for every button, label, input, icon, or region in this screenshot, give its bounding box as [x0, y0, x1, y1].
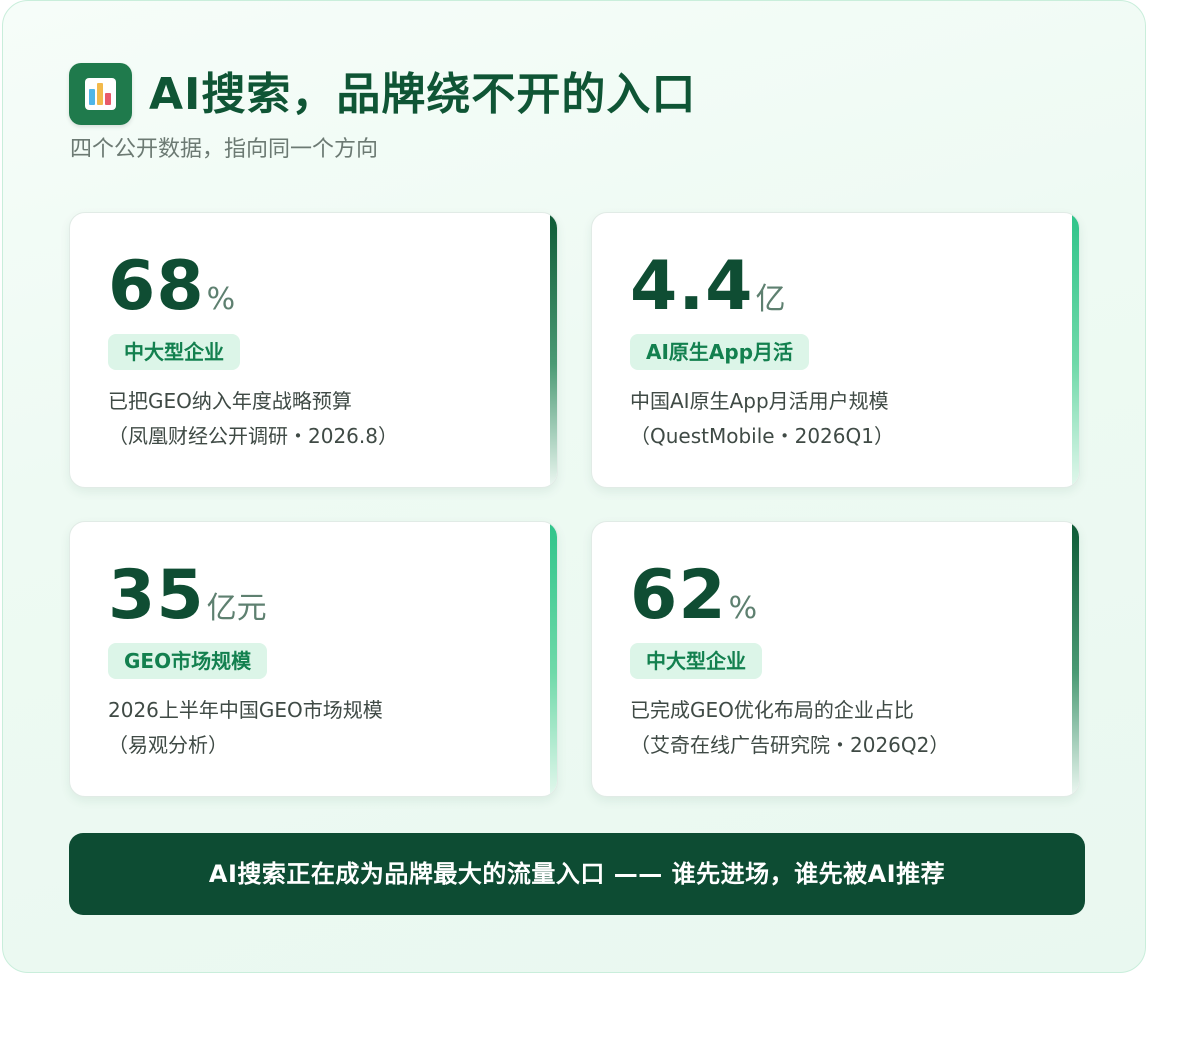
- stat-description: 2026上半年中国GEO市场规模: [108, 698, 383, 722]
- stat-value: 35: [108, 556, 205, 635]
- bar-chart-icon: [69, 63, 132, 125]
- stat-description: 已完成GEO优化布局的企业占比: [630, 698, 914, 722]
- stat-card-mau: 4.4亿 AI原生App月活 中国AI原生App月活用户规模 （QuestMob…: [591, 212, 1080, 488]
- stat-description: 已把GEO纳入年度战略预算: [108, 389, 352, 413]
- stat-card-adoption: 62% 中大型企业 已完成GEO优化布局的企业占比 （艾奇在线广告研究院・202…: [591, 521, 1080, 797]
- page-title: AI搜索，品牌绕不开的入口: [149, 69, 697, 120]
- stat-tag: GEO市场规模: [108, 643, 268, 679]
- card-accent-bar: [550, 522, 557, 796]
- card-accent-bar: [1072, 213, 1079, 487]
- page-subtitle: 四个公开数据，指向同一个方向: [70, 137, 379, 162]
- stat-source: （QuestMobile・2026Q1）: [630, 424, 894, 448]
- stat-card-market-size: 35亿元 GEO市场规模 2026上半年中国GEO市场规模 （易观分析）: [69, 521, 558, 797]
- card-accent-bar: [550, 213, 557, 487]
- stat-description: 中国AI原生App月活用户规模: [630, 389, 889, 413]
- stat-tag: AI原生App月活: [630, 334, 810, 370]
- stat-value: 62: [630, 556, 727, 635]
- stat-value: 4.4: [630, 247, 754, 326]
- stat-unit: 亿元: [206, 591, 267, 626]
- stat-unit: %: [206, 282, 236, 317]
- card-accent-bar: [1072, 522, 1079, 796]
- stat-unit: 亿: [755, 282, 786, 317]
- conclusion-banner: AI搜索正在成为品牌最大的流量入口 —— 谁先进场，谁先被AI推荐: [69, 833, 1085, 915]
- stat-value: 68: [108, 247, 205, 326]
- stat-value-line: 62%: [630, 560, 757, 649]
- stat-tag: 中大型企业: [108, 334, 240, 370]
- stat-unit: %: [728, 591, 758, 626]
- stat-source: （艾奇在线广告研究院・2026Q2）: [630, 733, 950, 757]
- stat-value-line: 68%: [108, 251, 235, 340]
- stat-source: （凤凰财经公开调研・2026.8）: [108, 424, 398, 448]
- stats-panel: AI搜索，品牌绕不开的入口 四个公开数据，指向同一个方向 68% 中大型企业 已…: [2, 0, 1146, 973]
- stat-card-budget: 68% 中大型企业 已把GEO纳入年度战略预算 （凤凰财经公开调研・2026.8…: [69, 212, 558, 488]
- stat-tag: 中大型企业: [630, 643, 762, 679]
- stat-value-line: 35亿元: [108, 560, 267, 649]
- stat-source: （易观分析）: [108, 733, 228, 757]
- stat-value-line: 4.4亿: [630, 251, 785, 340]
